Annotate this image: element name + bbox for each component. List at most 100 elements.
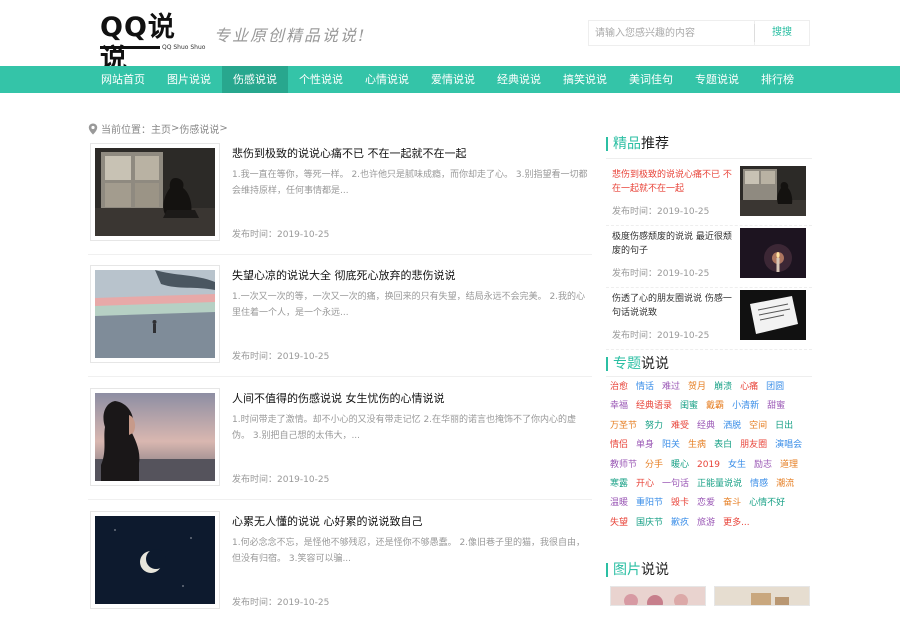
topic-tag[interactable]: 努力 [645,417,663,436]
section-title-highlight: 专题 [613,356,641,372]
topic-tag[interactable]: 万圣节 [610,417,637,436]
featured-item-title[interactable]: 悲伤到极致的说说心痛不已 不在一起就不在一起 [612,168,736,198]
girl-sunset-image [95,393,215,481]
topic-tag[interactable]: 阳关 [662,436,680,455]
picture-thumbnail[interactable] [714,586,810,606]
nav-item[interactable]: 伤感说说 [222,66,288,93]
topic-tag[interactable]: 经典 [697,417,715,436]
breadcrumb-current[interactable]: 伤感说说 [179,121,219,136]
featured-item[interactable]: 极度伤感颓废的说说 最近很颓废的句子 发布时间：2019-10-25 [606,228,812,288]
breadcrumb-home[interactable]: 主页 [151,121,171,136]
site-slogan: 专业原创精品说说! [214,26,367,45]
topic-tag[interactable]: 幸福 [610,397,628,416]
topic-tag[interactable]: 小清新 [732,397,759,416]
topic-tag[interactable]: 正能量说说 [697,475,742,494]
nav-item[interactable]: 图片说说 [156,66,222,93]
topic-tag[interactable]: 演唱会 [775,436,802,455]
topic-tag[interactable]: 寒露 [610,475,628,494]
topic-tag[interactable]: 难过 [662,378,680,397]
nav-item[interactable]: 个性说说 [288,66,354,93]
featured-item-title[interactable]: 伤透了心的朋友圈说说 伤感一句话说说致 [612,292,736,322]
article-thumbnail[interactable] [90,388,220,486]
article-title[interactable]: 失望心凉的说说大全 彻底死心放弃的悲伤说说 [232,267,456,283]
picture-strip [610,586,810,606]
article-thumbnail[interactable] [90,511,220,609]
article-thumbnail[interactable] [90,265,220,363]
featured-item-thumbnail[interactable] [740,166,806,216]
topic-tag[interactable]: 开心 [636,475,654,494]
featured-item-title[interactable]: 极度伤感颓废的说说 最近很颓废的句子 [612,230,736,260]
topic-tag[interactable]: 道理 [780,456,798,475]
topic-tag[interactable]: 经典语录 [636,397,672,416]
topic-tag[interactable]: 难受 [671,417,689,436]
topic-tag[interactable]: 旅游 [697,514,715,533]
topic-tag[interactable]: 团圆 [766,378,784,397]
nav-item[interactable]: 专题说说 [684,66,750,93]
topic-tag[interactable]: 女生 [728,456,746,475]
topic-tag[interactable]: 励志 [754,456,772,475]
location-pin-icon [88,123,98,134]
topic-tag[interactable]: 治愈 [610,378,628,397]
featured-item-thumbnail[interactable] [740,228,806,278]
topic-tag[interactable]: 恋爱 [697,494,715,513]
logo-underline [100,46,160,49]
topic-tag[interactable]: 空间 [749,417,767,436]
article-thumbnail[interactable] [90,143,220,241]
topic-tag[interactable]: 日出 [775,417,793,436]
topic-tag[interactable]: 洒脱 [723,417,741,436]
nav-item[interactable]: 爱情说说 [420,66,486,93]
nav-item[interactable]: 心情说说 [354,66,420,93]
topic-tag[interactable]: 奋斗 [723,494,741,513]
topic-tag[interactable]: 心情不好 [749,494,785,513]
featured-item-thumbnail[interactable] [740,290,806,340]
topic-tag[interactable]: 重阳节 [636,494,663,513]
article-excerpt: 1.时间带走了激情。却不小心的又没有带走记忆 2.在华丽的诺言也掩饰不了你内心的… [232,415,577,441]
article-title[interactable]: 心累无人懂的说说 心好累的说说致自己 [232,513,423,529]
nav-item[interactable]: 搞笑说说 [552,66,618,93]
site-logo[interactable]: QQ说说 QQ Shuo Shuo [100,12,205,75]
nav-item[interactable]: 网站首页 [90,66,156,93]
article-title[interactable]: 人间不值得的伤感说说 女生忧伤的心情说说 [232,390,445,406]
topic-tag[interactable]: 闺蜜 [680,397,698,416]
topics-section-title: 专题说说 [606,354,669,374]
search-input[interactable] [588,20,754,46]
featured-item[interactable]: 伤透了心的朋友圈说说 伤感一句话说说致 发布时间：2019-10-25 [606,290,812,350]
topic-tag[interactable]: 温暖 [610,494,628,513]
topic-tag[interactable]: 朋友圈 [740,436,767,455]
topic-tag[interactable]: 暖心 [671,456,689,475]
nav-item[interactable]: 美词佳句 [618,66,684,93]
nav-item[interactable]: 经典说说 [486,66,552,93]
topic-tag[interactable]: 教师节 [610,456,637,475]
featured-item[interactable]: 悲伤到极致的说说心痛不已 不在一起就不在一起 发布时间：2019-10-25 [606,166,812,226]
topic-tag[interactable]: 失望 [610,514,628,533]
topic-tag[interactable]: 潮流 [776,475,794,494]
topic-tag[interactable]: 戴霸 [706,397,724,416]
pictures-section-title: 图片说说 [606,560,669,580]
topic-tag[interactable]: 情侣 [610,436,628,455]
topic-tag[interactable]: 分手 [645,456,663,475]
nav-item[interactable]: 排行榜 [750,66,805,93]
topic-tag[interactable]: 崩溃 [714,378,732,397]
topic-tag[interactable]: 情话 [636,378,654,397]
section-title-rest: 说说 [641,356,669,372]
topic-tag[interactable]: 单身 [636,436,654,455]
topic-tag[interactable]: 生病 [688,436,706,455]
topic-tag[interactable]: 歉疚 [671,514,689,533]
topic-tag[interactable]: 2019 [697,456,720,475]
main-nav: 网站首页 图片说说 伤感说说 个性说说 心情说说 爱情说说 经典说说 搞笑说说 美词佳句 专题说说… [0,66,900,93]
topic-tag[interactable]: 毁卡 [671,494,689,513]
topic-tag[interactable]: 甜蜜 [767,397,785,416]
featured-section-title: 精品推荐 [606,134,669,154]
article-title[interactable]: 悲伤到极致的说说心痛不已 不在一起就不在一起 [232,145,467,161]
topic-tag[interactable]: 贺月 [688,378,706,397]
topic-tag[interactable]: 国庆节 [636,514,663,533]
moon-night-image [95,516,215,604]
topic-tag[interactable]: 心痛 [740,378,758,397]
topic-tag[interactable]: 一句话 [662,475,689,494]
topic-tag[interactable]: 表白 [714,436,732,455]
search-button[interactable]: 搜搜 [754,20,810,46]
picture-thumbnail[interactable] [610,586,706,606]
girl-window-image [740,166,806,216]
topic-tag[interactable]: 更多... [723,514,750,533]
topic-tag[interactable]: 情感 [750,475,768,494]
